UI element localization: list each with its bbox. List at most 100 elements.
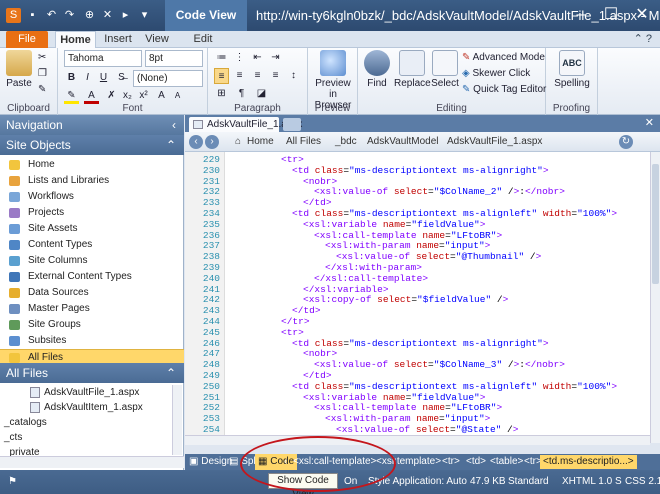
paste-button[interactable]: Paste (4, 50, 34, 89)
quick-tag-editor-button[interactable]: ✎ Quick Tag Editor (462, 82, 546, 98)
align-left-icon[interactable]: ≡ (214, 68, 229, 84)
align-right-icon[interactable]: ≡ (250, 68, 265, 84)
skewer-click-button[interactable]: ◈ Skewer Click (462, 66, 530, 82)
tab-edit[interactable]: Edit (187, 31, 219, 48)
format-painter-icon[interactable]: ✎ (38, 82, 46, 98)
underline-icon[interactable]: U (96, 70, 111, 86)
site-objects-header[interactable]: Site Objects ⌃ (0, 135, 184, 155)
sidebar-item-subsites[interactable]: Subsites (0, 333, 184, 349)
tag-selector[interactable]: <tr> (439, 455, 463, 469)
collapse-nav-icon[interactable]: ‹ (172, 115, 176, 135)
tree-item-folder[interactable]: _catalogs (4, 415, 47, 430)
borders-icon[interactable]: ⊞ (214, 86, 229, 102)
select-icon (432, 50, 458, 76)
status-doctype[interactable]: XHTML 1.0 S (562, 470, 622, 494)
scrollbar-thumb[interactable] (652, 164, 659, 284)
quick-tag-editor-icon: ✎ (462, 84, 471, 95)
help-icon[interactable]: ⌃ ? (634, 32, 652, 45)
tree-item-folder[interactable]: _cts (4, 430, 22, 445)
redo-icon[interactable]: ↷ (62, 8, 77, 23)
tree-item-file[interactable]: AdskVaultFile_1.aspx (30, 385, 139, 400)
preview-in-browser-button[interactable]: Preview in Browser (310, 50, 356, 111)
back-icon[interactable]: ‹ (189, 135, 203, 149)
bullets-icon[interactable]: ≔ (214, 50, 229, 66)
clear-format-icon[interactable]: ✗ (104, 88, 119, 104)
sidebar-item-home[interactable]: Home (0, 157, 184, 173)
tag-selector-current[interactable]: <td.ms-descriptio...> (540, 455, 637, 469)
tag-selector[interactable]: <td> (463, 455, 489, 469)
replace-button[interactable]: Replace (394, 50, 431, 89)
sidebar-item-site-assets[interactable]: Site Assets (0, 221, 184, 237)
increase-indent-icon[interactable]: ⇥ (268, 50, 283, 66)
grow-font-icon[interactable]: A (154, 88, 169, 104)
quick-tag-editor-label: Quick Tag Editor (473, 84, 547, 95)
document-tab[interactable]: AdskVaultFile_1.aspx (189, 117, 302, 132)
style-combo[interactable]: (None) (133, 70, 203, 87)
editor-vertical-scrollbar[interactable] (650, 152, 660, 443)
sidebar-item-content-types[interactable]: Content Types (0, 237, 184, 253)
line-spacing-icon[interactable]: ↕ (286, 68, 301, 84)
minimize-button[interactable]: – (567, 4, 595, 26)
font-name-combo[interactable]: Tahoma (64, 50, 142, 67)
design-view-button[interactable]: ▣ Design (189, 454, 232, 470)
cut-icon[interactable]: ✂ (38, 50, 46, 66)
sidebar-item-site-columns[interactable]: Site Columns (0, 253, 184, 269)
tree-item-file[interactable]: AdskVaultItem_1.aspx (30, 400, 143, 415)
superscript-icon[interactable]: x² (136, 88, 151, 104)
status-css-schema[interactable]: CSS 2.1 (625, 470, 660, 494)
find-button[interactable]: Find (362, 50, 392, 89)
spelling-button[interactable]: ABC Spelling (550, 50, 594, 89)
subscript-icon[interactable]: x₂ (120, 88, 135, 104)
close-document-icon[interactable]: ✕ (645, 116, 654, 129)
decrease-indent-icon[interactable]: ⇤ (250, 50, 265, 66)
code-editor[interactable]: 229 230 231 232 233 234 235 236 237 238 239 240 241 2… (185, 152, 650, 435)
tab-insert[interactable]: Insert (98, 31, 138, 48)
customize-toolbar-icon[interactable]: ▾ (137, 8, 152, 23)
forward-icon[interactable]: › (205, 135, 219, 149)
sidebar-item-projects[interactable]: Projects (0, 205, 184, 221)
breadcrumb-bdc[interactable]: _bdc (335, 135, 357, 149)
sidebar-item-external-content-types[interactable]: External Content Types (0, 269, 184, 285)
font-color-icon[interactable]: A (84, 88, 99, 104)
numbering-icon[interactable]: ⋮ (232, 50, 247, 66)
italic-icon[interactable]: I (80, 70, 95, 86)
nav-tree-hscrollbar[interactable] (0, 456, 184, 468)
browse-icon[interactable]: ⊕ (82, 8, 97, 23)
second-document-tab[interactable] (283, 118, 301, 131)
maximize-button[interactable]: ☐ (597, 4, 625, 26)
refresh-icon[interactable]: ↻ (619, 135, 633, 149)
sidebar-item-data-sources[interactable]: Data Sources (0, 285, 184, 301)
tab-file[interactable]: File (6, 31, 48, 48)
sidebar-item-master-pages[interactable]: Master Pages (0, 301, 184, 317)
save-icon[interactable]: ▪ (25, 8, 40, 23)
undo-icon[interactable]: ↶ (44, 8, 59, 23)
shrink-font-icon[interactable]: A (170, 88, 185, 104)
advanced-mode-button[interactable]: ✎ Advanced Mode (462, 50, 545, 66)
font-size-combo[interactable]: 8pt (145, 50, 203, 67)
copy-icon[interactable]: ❐ (38, 66, 47, 82)
all-files-header[interactable]: All Files ⌃ (0, 363, 184, 383)
close-doc-icon[interactable]: ✕ (100, 8, 115, 23)
breadcrumb-home[interactable]: Home (247, 135, 274, 149)
breadcrumb-file[interactable]: AdskVaultFile_1.aspx (447, 135, 542, 149)
tab-home[interactable]: Home (55, 31, 96, 48)
editor-horizontal-scrollbar[interactable] (185, 435, 650, 445)
highlight-icon[interactable]: ✎ (64, 88, 79, 104)
sidebar-item-site-groups[interactable]: Site Groups (0, 317, 184, 333)
nav-tree-scrollbar[interactable] (172, 385, 182, 455)
align-center-icon[interactable]: ≡ (232, 68, 247, 84)
breadcrumb-all-files[interactable]: All Files (286, 135, 321, 149)
bold-icon[interactable]: B (64, 70, 79, 86)
sidebar-item-lists-and-libraries[interactable]: Lists and Libraries (0, 173, 184, 189)
tab-view[interactable]: View (140, 31, 174, 48)
sidebar-item-workflows[interactable]: Workflows (0, 189, 184, 205)
breadcrumb-model[interactable]: AdskVaultModel (367, 135, 439, 149)
status-mode[interactable]: Standard (508, 470, 549, 494)
new-item-icon[interactable]: ▸ (118, 8, 133, 23)
select-button[interactable]: Select (430, 50, 460, 89)
shading-icon[interactable]: ◪ (254, 86, 269, 102)
paragraph-mark-icon[interactable]: ¶ (234, 86, 249, 102)
close-button[interactable]: ✕ (628, 4, 656, 26)
justify-icon[interactable]: ≡ (268, 68, 283, 84)
strikethrough-icon[interactable]: S̶ (114, 70, 129, 86)
